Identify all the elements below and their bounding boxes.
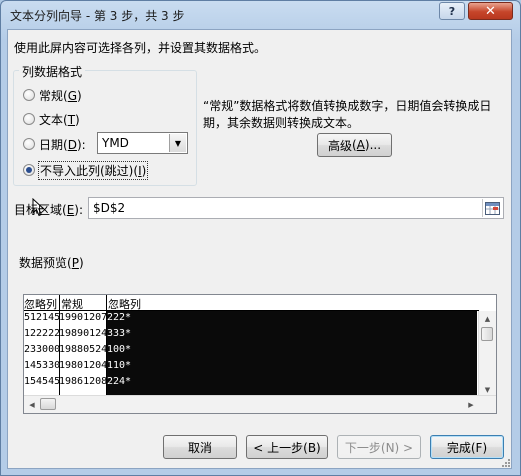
date-format-select[interactable]: YMD ▼	[97, 132, 188, 154]
radio-general-label[interactable]: 常规(G)	[39, 87, 82, 104]
preview-label: 数据预览(P)	[19, 256, 84, 270]
instruction-text: 使用此屏内容可选择各列，并设置其数据格式。	[14, 41, 267, 55]
radio-skip-column-label[interactable]: 不导入此列(跳过)(I)	[38, 161, 149, 180]
radio-skip-column[interactable]	[23, 164, 35, 176]
radio-text[interactable]	[23, 113, 35, 125]
radio-general[interactable]	[23, 89, 35, 101]
preview-vertical-scrollbar[interactable]: ▲ ▼	[478, 311, 496, 397]
scroll-right-icon[interactable]: ▶	[463, 396, 479, 413]
range-select-icon[interactable]	[482, 199, 502, 217]
cancel-button[interactable]: 取消	[163, 435, 237, 459]
destination-label: 目标区域(E):	[14, 203, 84, 217]
scroll-left-icon[interactable]: ◀	[24, 396, 40, 413]
destination-value: $D$2	[93, 201, 126, 215]
advanced-button[interactable]: 高级(A)...	[317, 133, 392, 157]
close-button[interactable]: ✕	[468, 2, 513, 20]
help-button[interactable]: ?	[439, 2, 465, 20]
dialog-client-area: 使用此屏内容可选择各列，并设置其数据格式。 列数据格式 常规(G) 文本(T) …	[7, 29, 512, 469]
resize-grip-icon[interactable]	[501, 458, 511, 468]
help-icon: ?	[448, 4, 456, 18]
destination-input[interactable]: $D$2	[88, 197, 504, 219]
header-divider	[24, 310, 479, 311]
window-title: 文本分列向导 - 第 3 步，共 3 步	[10, 9, 185, 23]
preview-header-row: 忽略列 常规 忽略列	[24, 295, 496, 311]
preview-horizontal-scrollbar[interactable]: ◀ ▶	[24, 395, 496, 413]
horizontal-scroll-thumb[interactable]	[40, 398, 56, 410]
radio-date-label[interactable]: 日期(D):	[39, 136, 86, 153]
format-description: “常规”数据格式将数值转换成数字，日期值会转换成日期，其余数据则转换成文本。	[203, 99, 492, 130]
column-format-group-label: 列数据格式	[19, 63, 86, 80]
range-picker-icon	[485, 201, 500, 215]
back-button[interactable]: < 上一步(B)	[246, 435, 328, 459]
next-button[interactable]: 下一步(N) >	[337, 435, 421, 459]
vertical-scroll-thumb[interactable]	[481, 327, 493, 341]
preview-column-3-selected[interactable]	[106, 311, 477, 397]
radio-date[interactable]	[23, 138, 35, 150]
scroll-up-icon[interactable]: ▲	[479, 311, 496, 326]
chevron-down-icon[interactable]: ▼	[169, 134, 186, 152]
title-bar: 文本分列向导 - 第 3 步，共 3 步 ? ✕	[1, 1, 521, 29]
radio-text-label[interactable]: 文本(T)	[39, 111, 80, 128]
finish-button[interactable]: 完成(F)	[430, 435, 504, 459]
date-format-value: YMD	[102, 136, 129, 150]
close-icon: ✕	[485, 3, 496, 19]
data-preview-grid[interactable]: 忽略列 常规 忽略列 512145 19901207 222* 122222 1989…	[23, 294, 497, 414]
